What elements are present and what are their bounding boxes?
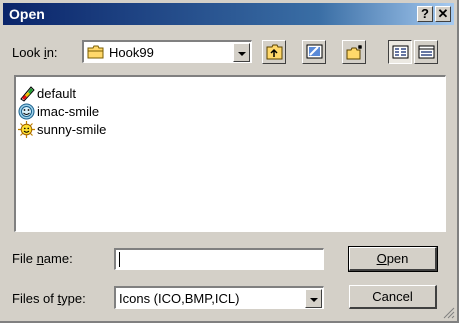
look-in-label: Look in: (12, 45, 58, 60)
file-name-input[interactable] (114, 248, 324, 270)
close-button[interactable]: ✕ (435, 6, 451, 22)
file-type-value: Icons (ICO,BMP,ICL) (119, 291, 240, 306)
look-in-dropdown-arrow[interactable] (233, 43, 250, 62)
cancel-button[interactable]: Cancel (349, 285, 437, 309)
look-in-dropdown[interactable]: Hook99 (82, 40, 252, 63)
look-in-value: Hook99 (109, 45, 154, 60)
file-name: default (37, 86, 77, 101)
details-view-icon (418, 45, 435, 59)
text-caret (119, 252, 120, 267)
open-button-key: O (376, 251, 387, 266)
close-icon: ✕ (437, 6, 449, 21)
help-button[interactable]: ? (417, 6, 433, 22)
resize-grip-icon[interactable] (443, 307, 455, 319)
file-name: sunny-smile (37, 122, 107, 137)
file-name: imac-smile (37, 104, 100, 119)
up-one-level-button[interactable] (262, 40, 286, 64)
imac-smile-icon (18, 103, 35, 120)
folder-icon (87, 45, 104, 59)
file-name-label: File name: (12, 251, 73, 266)
details-view-button[interactable] (414, 40, 438, 64)
desktop-icon (306, 44, 323, 59)
file-type-dropdown-arrow[interactable] (305, 289, 322, 308)
create-new-folder-button[interactable] (342, 40, 366, 64)
open-button-label: pen (386, 251, 409, 266)
open-dialog: Open ? ✕ Look in: Hook99 default imac-sm… (0, 0, 459, 323)
file-list[interactable]: default imac-smile sunny-smile (14, 75, 446, 232)
file-type-dropdown[interactable]: Icons (ICO,BMP,ICL) (114, 286, 324, 309)
up-folder-icon (266, 44, 283, 60)
window-title: Open (9, 6, 45, 22)
title-bar[interactable]: Open ? ✕ (3, 3, 454, 25)
list-view-icon (392, 45, 409, 59)
help-icon: ? (421, 6, 429, 21)
desktop-button[interactable] (302, 40, 326, 64)
new-folder-icon (346, 45, 362, 60)
sunny-smile-icon (18, 121, 35, 138)
open-button[interactable]: Open (348, 246, 438, 272)
file-type-label: Files of type: (12, 291, 86, 306)
default-icon (20, 86, 35, 102)
list-view-button[interactable] (388, 40, 412, 64)
